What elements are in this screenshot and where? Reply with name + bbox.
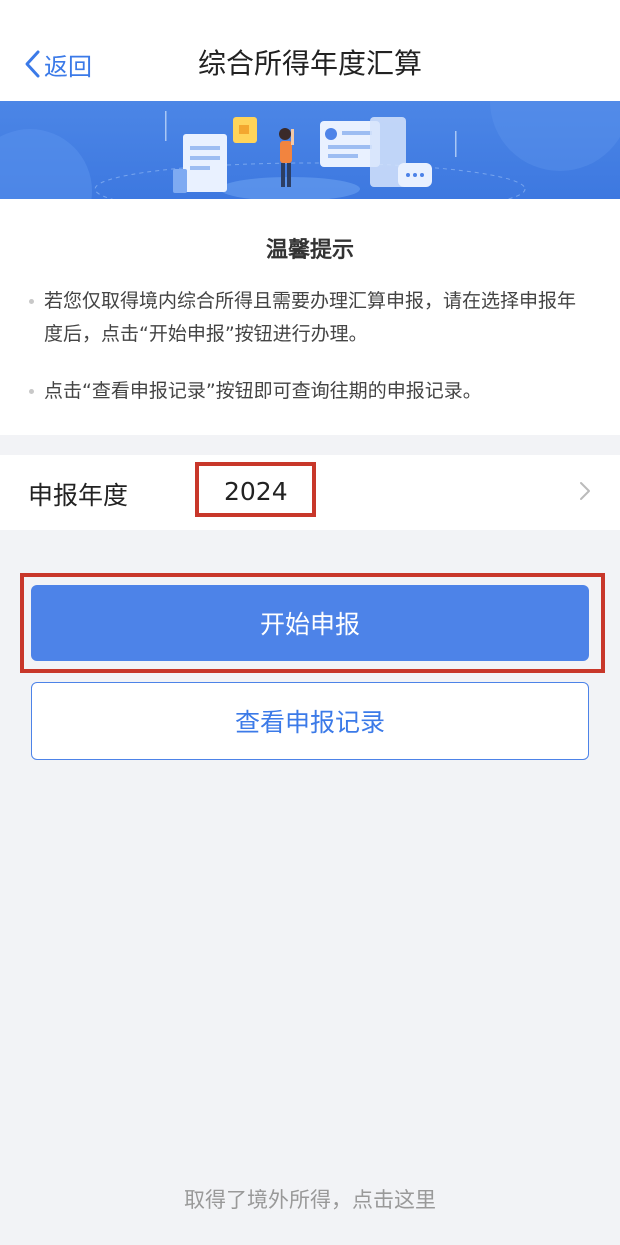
start-filing-button[interactable]: 开始申报 xyxy=(31,585,589,661)
tax-year-label: 申报年度 xyxy=(28,481,129,510)
nav-bar: 返回 综合所得年度汇算 xyxy=(0,0,620,101)
year-highlight-box xyxy=(195,462,316,517)
view-records-button[interactable]: 查看申报记录 xyxy=(31,682,589,760)
tip-text-2: 点击“查看申报记录”按钮即可查询往期的申报记录。 xyxy=(44,380,482,402)
tax-filing-illustration xyxy=(0,101,620,199)
tip-text-1: 若您仅取得境内综合所得且需要办理汇算申报，请在选择申报年度后，点击“开始申报”按… xyxy=(44,290,577,345)
banner-illustration xyxy=(0,101,620,199)
bullet-dot xyxy=(29,389,34,394)
notice-title: 温馨提示 xyxy=(265,238,354,263)
overseas-income-link[interactable]: 取得了境外所得，点击这里 xyxy=(0,1184,620,1214)
bullet-dot xyxy=(29,299,34,304)
chevron-right-icon xyxy=(580,482,590,500)
page-title: 综合所得年度汇算 xyxy=(197,47,422,80)
